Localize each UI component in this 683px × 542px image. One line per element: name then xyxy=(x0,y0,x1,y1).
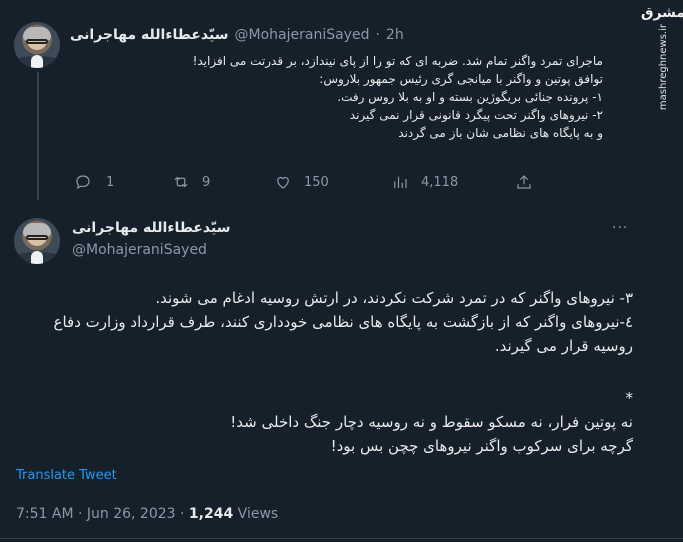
thread-connector xyxy=(37,72,39,200)
translate-tweet-link[interactable]: Translate Tweet xyxy=(16,468,117,483)
timestamp[interactable]: 7:51 AM · Jun 26, 2023 · xyxy=(16,506,184,522)
views-button[interactable]: 4,118 xyxy=(391,173,458,191)
tweet1-line: ۲- نیروهای واگنر تحت پیگرد قانونی قرار ن… xyxy=(349,108,603,122)
analytics-icon xyxy=(394,176,407,188)
heart-icon xyxy=(277,176,289,189)
views-label: Views xyxy=(237,506,279,522)
reply-icon xyxy=(76,175,90,190)
watermark-url: mashreghnews.ir xyxy=(657,24,669,111)
tweet-time[interactable]: 2h xyxy=(386,27,404,43)
tweet2-closing: نه پوتین فرار، نه مسکو سقوط و نه روسیه د… xyxy=(230,413,633,431)
tweet2-star: * xyxy=(625,389,634,407)
avatar[interactable] xyxy=(14,22,60,68)
retweet-count: 9 xyxy=(202,174,211,190)
reply-count: 1 xyxy=(106,174,115,190)
display-name[interactable]: سیّدعطاءالله مهاجرانی xyxy=(72,220,231,236)
views-count: 1,244 xyxy=(188,506,234,522)
tweet2-paragraph: ٤-نیروهای واگنر که از بازگشت به پایگاه ه… xyxy=(53,313,634,355)
display-name[interactable]: سیّدعطاءالله مهاجرانی xyxy=(70,27,229,43)
user-handle[interactable]: @MohajeraniSayed xyxy=(72,242,207,258)
retweet-icon xyxy=(174,176,188,188)
retweet-button[interactable]: 9 xyxy=(172,173,210,191)
tweet2-paragraph: ۳- نیروهای واگنر که در تمرد شرکت نکردند،… xyxy=(155,289,633,307)
tweet1-text: ماجرای تمرد واگنر تمام شد. ضربه ای که تو… xyxy=(163,52,603,142)
tweet1-line: توافق پوتین و واگنر با میانجی گری رئیس ج… xyxy=(319,72,603,86)
user-handle[interactable]: @MohajeraniSayed xyxy=(235,27,370,43)
like-count: 150 xyxy=(304,174,329,190)
tweet1-line: ماجرای تمرد واگنر تمام شد. ضربه ای که تو… xyxy=(192,54,603,68)
more-options-button[interactable]: ··· xyxy=(612,220,628,236)
reply-button[interactable]: 1 xyxy=(74,173,114,191)
like-button[interactable]: 150 xyxy=(274,173,329,191)
tweet2-text: ۳- نیروهای واگنر که در تمرد شرکت نکردند،… xyxy=(33,286,634,458)
tweet1-line: ۱- پرونده جنائی بریگوژین بسته و او به بل… xyxy=(337,90,603,104)
tweet1-line: و به پایگاه های نظامی شان باز می گردند xyxy=(398,126,603,140)
watermark: مشرق mashreghnews.ir xyxy=(641,6,683,124)
tweet1-header: سیّدعطاءالله مهاجرانی @MohajeraniSayed ·… xyxy=(70,27,404,43)
watermark-logo: مشرق xyxy=(640,5,683,21)
dot-separator: · xyxy=(375,27,380,43)
share-icon xyxy=(517,175,531,189)
tweet-meta: 7:51 AM · Jun 26, 2023 · 1,244 Views xyxy=(16,506,278,522)
avatar[interactable] xyxy=(14,218,60,264)
tweet2-closing: گرچه برای سرکوب واگنر نیروهای چچن بس بود… xyxy=(330,437,633,455)
bottom-divider xyxy=(0,538,683,539)
view-count: 4,118 xyxy=(421,174,459,190)
share-button[interactable] xyxy=(515,173,533,191)
